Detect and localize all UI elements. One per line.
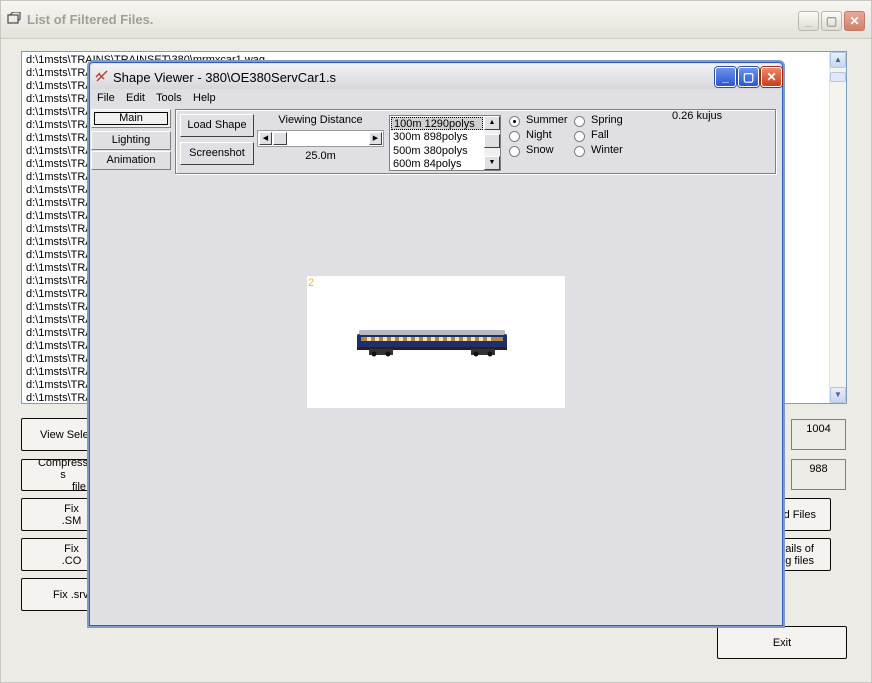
- label-spring: Spring: [591, 114, 623, 126]
- close-icon[interactable]: ✕: [844, 11, 865, 31]
- count-box-1: 1004: [791, 419, 846, 450]
- shape-viewer-window: Shape Viewer - 380\OE380ServCar1.s _ ▢ ✕…: [87, 60, 785, 628]
- screenshot-button[interactable]: Screenshot: [180, 142, 254, 165]
- file-list-item[interactable]: d:\1msts\TRA: [26, 80, 93, 93]
- viewing-distance-value: 25.0m: [305, 150, 336, 162]
- outer-window-title: List of Filtered Files.: [27, 12, 154, 27]
- lod-scroll-up-icon[interactable]: ▲: [484, 116, 500, 130]
- outer-title-bar[interactable]: List of Filtered Files. _ ▢ ✕: [1, 1, 871, 39]
- lod-listbox[interactable]: 100m 1290polys 300m 898polys 500m 380pol…: [389, 115, 501, 171]
- lod-item[interactable]: 500m 380polys: [391, 145, 483, 158]
- tab-main[interactable]: Main: [91, 109, 171, 128]
- fix-co-button[interactable]: Fix .CO: [21, 538, 91, 571]
- minimize-icon[interactable]: _: [798, 11, 819, 31]
- radio-summer[interactable]: [509, 116, 520, 127]
- label-winter: Winter: [591, 144, 623, 156]
- viewing-distance-label: Viewing Distance: [278, 114, 363, 126]
- tab-lighting[interactable]: Lighting: [91, 131, 171, 150]
- viewer-app-icon: [95, 70, 108, 82]
- file-list-item[interactable]: d:\1msts\TRA: [26, 262, 93, 275]
- file-list-item[interactable]: d:\1msts\TRA: [26, 340, 93, 353]
- count-box-2: 988: [791, 459, 846, 490]
- menu-bar: File Edit Tools Help: [91, 91, 781, 107]
- file-list-item[interactable]: d:\1msts\TRA: [26, 210, 93, 223]
- file-list-item[interactable]: d:\1msts\TRA: [26, 93, 93, 106]
- lod-item[interactable]: 300m 898polys: [391, 131, 483, 144]
- maximize-icon[interactable]: ▢: [821, 11, 842, 31]
- viewer-maximize-icon[interactable]: ▢: [738, 67, 759, 87]
- radio-spring[interactable]: [574, 116, 585, 127]
- label-snow: Snow: [526, 144, 554, 156]
- lod-item[interactable]: 600m 84polys: [391, 158, 483, 170]
- file-list-item[interactable]: d:\1msts\TRA: [26, 327, 93, 340]
- file-list-item[interactable]: d:\1msts\TRA: [26, 392, 93, 403]
- view-selected-button[interactable]: View Sele: [21, 418, 91, 451]
- file-list-item[interactable]: d:\1msts\TRA: [26, 353, 93, 366]
- file-list-item[interactable]: d:\1msts\TRA: [26, 249, 93, 262]
- file-list-item[interactable]: d:\1msts\TRA: [26, 67, 93, 80]
- file-list-item[interactable]: d:\1msts\TRA: [26, 184, 93, 197]
- app-icon: [7, 12, 21, 24]
- compress-button[interactable]: Compress s file: [21, 459, 91, 491]
- label-night: Night: [526, 129, 552, 141]
- lod-scroll-down-icon[interactable]: ▼: [484, 156, 500, 170]
- file-list-item[interactable]: d:\1msts\TRA: [26, 197, 93, 210]
- file-list-item[interactable]: d:\1msts\TRA: [26, 288, 93, 301]
- slider-knob[interactable]: [273, 132, 287, 145]
- menu-edit[interactable]: Edit: [126, 92, 145, 104]
- file-list-item[interactable]: d:\1msts\TRA: [26, 106, 93, 119]
- menu-file[interactable]: File: [97, 92, 115, 104]
- viewing-distance-slider[interactable]: ◀ ▶: [257, 130, 384, 147]
- slider-right-icon[interactable]: ▶: [369, 132, 382, 145]
- railcar-model: [357, 330, 507, 357]
- label-fall: Fall: [591, 129, 609, 141]
- menu-tools[interactable]: Tools: [156, 92, 182, 104]
- file-list-item[interactable]: d:\1msts\TRA: [26, 132, 93, 145]
- label-summer: Summer: [526, 114, 568, 126]
- file-list-item[interactable]: d:\1msts\TRA: [26, 366, 93, 379]
- lod-item[interactable]: 100m 1290polys: [391, 117, 483, 130]
- viewer-window-title: Shape Viewer - 380\OE380ServCar1.s: [113, 70, 337, 85]
- scroll-down-icon[interactable]: ▼: [830, 387, 846, 403]
- fix-sm-button[interactable]: Fix .SM: [21, 498, 91, 531]
- file-list-item[interactable]: d:\1msts\TRA: [26, 223, 93, 236]
- fps-readout: 0.26 kujus: [672, 110, 723, 122]
- viewer-close-icon[interactable]: ✕: [761, 67, 782, 87]
- file-list-item[interactable]: d:\1msts\TRA: [26, 145, 93, 158]
- radio-snow[interactable]: [509, 146, 520, 157]
- viewer-title-bar[interactable]: Shape Viewer - 380\OE380ServCar1.s _ ▢ ✕: [91, 64, 782, 89]
- preview-label: 2: [308, 277, 315, 289]
- file-list-item[interactable]: d:\1msts\TRA: [26, 314, 93, 327]
- file-list-item[interactable]: d:\1msts\TRA: [26, 236, 93, 249]
- scroll-up-icon[interactable]: ▲: [830, 52, 846, 68]
- slider-left-icon[interactable]: ◀: [259, 132, 272, 145]
- scroll-thumb[interactable]: [830, 72, 846, 82]
- menu-help[interactable]: Help: [193, 92, 216, 104]
- file-list-item[interactable]: d:\1msts\TRA: [26, 275, 93, 288]
- file-list-item[interactable]: d:\1msts\TRA: [26, 171, 93, 184]
- file-list-item[interactable]: d:\1msts\TRA: [26, 158, 93, 171]
- radio-fall[interactable]: [574, 131, 585, 142]
- tab-animation[interactable]: Animation: [91, 151, 171, 170]
- lod-scroll-thumb[interactable]: [484, 134, 500, 148]
- viewer-minimize-icon[interactable]: _: [715, 67, 736, 87]
- shape-preview[interactable]: 2: [307, 276, 565, 408]
- file-list-item[interactable]: d:\1msts\TRA: [26, 301, 93, 314]
- file-list-item[interactable]: d:\1msts\TRA: [26, 379, 93, 392]
- load-shape-button[interactable]: Load Shape: [180, 114, 254, 137]
- fix-srv-button[interactable]: Fix .srv: [21, 578, 91, 611]
- file-list-item[interactable]: d:\1msts\TRA: [26, 119, 93, 132]
- exit-button[interactable]: Exit: [717, 626, 847, 659]
- radio-winter[interactable]: [574, 146, 585, 157]
- file-list-scrollbar[interactable]: ▲ ▼: [829, 52, 846, 403]
- lod-scrollbar[interactable]: ▲ ▼: [484, 116, 500, 170]
- radio-night[interactable]: [509, 131, 520, 142]
